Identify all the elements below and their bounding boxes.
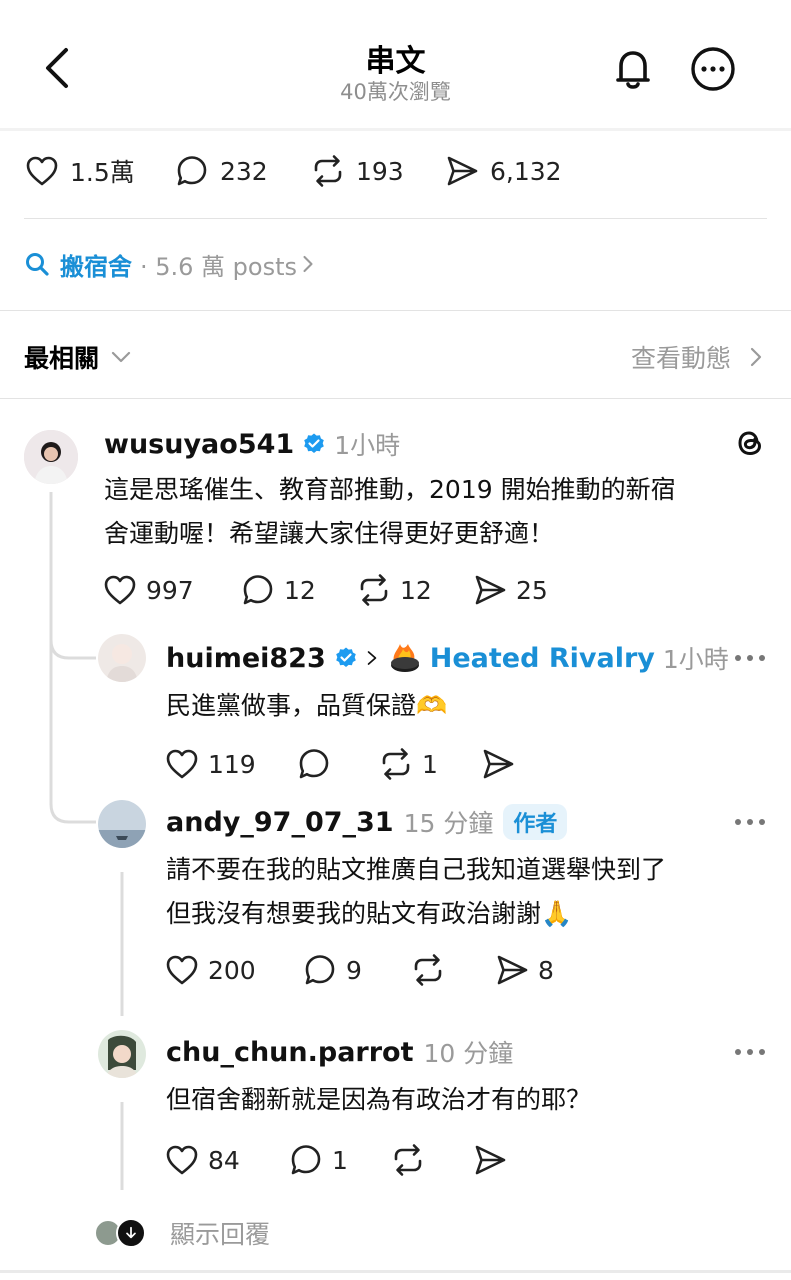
avatar[interactable] [24,430,78,484]
reply-avatars [94,1218,150,1248]
show-replies-button[interactable]: 顯示回覆 [94,1214,270,1252]
repost-button[interactable]: 1 [378,746,438,782]
share-button[interactable]: 25 [472,572,548,608]
like-button[interactable]: 997 [102,572,194,608]
post-text-line: 這是思瑤催生、教育部推動，2019 開始推動的新宿 [104,475,676,504]
author-badge: 作者 [503,804,568,840]
threads-logo-icon [732,424,768,462]
post-time: 1小時 [334,431,401,460]
heart-icon [166,955,198,985]
like-button[interactable]: 119 [164,746,256,782]
comment-icon [305,955,335,985]
post-header: andy_97_07_31 15 分鐘 作者 [166,804,568,840]
like-count: 997 [146,575,194,605]
more-options-icon[interactable] [732,816,768,828]
username[interactable]: wusuyao541 [104,429,294,460]
chevron-right-icon [367,651,377,665]
share-button[interactable] [472,1142,508,1178]
post-header: huimei823 Heated Rivalry 1小時 [166,640,729,676]
share-icon [497,955,528,985]
more-options-icon[interactable] [732,652,768,664]
share-icon [475,575,506,605]
bottom-divider [0,1270,791,1273]
share-icon [483,749,514,779]
username[interactable]: andy_97_07_31 [166,807,394,838]
reply-count: 1 [332,1145,348,1175]
hockey-puck-fire-icon [390,644,419,672]
verified-badge-icon [335,647,356,667]
post-text: 這是思瑤催生、教育部推動，2019 開始推動的新宿 舍運動喔！希望讓大家住得更好… [104,468,774,556]
repost-button[interactable] [390,1142,426,1178]
post-header: chu_chun.parrot 10 分鐘 [166,1034,513,1070]
like-count: 200 [208,955,256,985]
username[interactable]: chu_chun.parrot [166,1037,414,1068]
post-header: wusuyao541 1小時 [104,426,400,462]
avatar[interactable] [98,800,146,848]
repost-count: 12 [400,575,432,605]
reply-button[interactable]: 1 [288,1142,348,1178]
repost-icon [360,574,388,606]
repost-button[interactable]: 12 [356,572,432,608]
like-button[interactable]: 84 [164,1142,240,1178]
repost-icon [394,1144,422,1176]
show-replies-label: 顯示回覆 [170,1220,271,1249]
post-text-line: 請不要在我的貼文推廣自己我知道選舉快到了 [166,855,667,884]
share-count: 25 [516,575,548,605]
avatar[interactable] [98,634,146,682]
like-button[interactable]: 200 [164,952,256,988]
arrow-down-icon [116,1218,146,1248]
reply-count: 12 [284,575,316,605]
avatar[interactable] [98,1030,146,1078]
share-button[interactable] [480,746,516,782]
verified-badge-icon [304,433,324,453]
repost-icon [414,954,442,986]
heart-icon [104,575,136,605]
heart-icon [166,1145,198,1175]
like-count: 84 [208,1145,240,1175]
heart-icon [166,749,198,779]
post-text: 民進黨做事，品質保證🫶 [166,691,448,720]
comment-icon [291,1145,321,1175]
community-tag[interactable]: Heated Rivalry [430,643,655,674]
reply-button[interactable] [296,746,332,782]
share-count: 8 [538,955,554,985]
repost-button[interactable] [410,952,446,988]
repost-count: 1 [422,749,438,779]
reply-button[interactable]: 12 [240,572,316,608]
reply-count: 9 [346,955,362,985]
reply-button[interactable]: 9 [302,952,362,988]
repost-icon [382,748,410,780]
more-options-icon[interactable] [732,1046,768,1058]
like-count: 119 [208,749,256,779]
post-time: 1小時 [662,645,729,674]
username[interactable]: huimei823 [166,643,326,674]
post-text-line: 舍運動喔！希望讓大家住得更好更舒適！ [104,519,555,548]
share-icon [475,1145,506,1175]
post-time: 15 分鐘 [403,809,494,838]
share-button[interactable]: 8 [494,952,554,988]
post-text-line: 但我沒有想要我的貼文有政治謝謝🙏 [166,899,573,928]
post-text: 請不要在我的貼文推廣自己我知道選舉快到了 但我沒有想要我的貼文有政治謝謝🙏 [166,848,766,936]
comment-icon [299,749,329,779]
comment-icon [243,575,273,605]
post-text: 但宿舍翻新就是因為有政治才有的耶？ [166,1085,592,1114]
post-time: 10 分鐘 [423,1039,514,1068]
